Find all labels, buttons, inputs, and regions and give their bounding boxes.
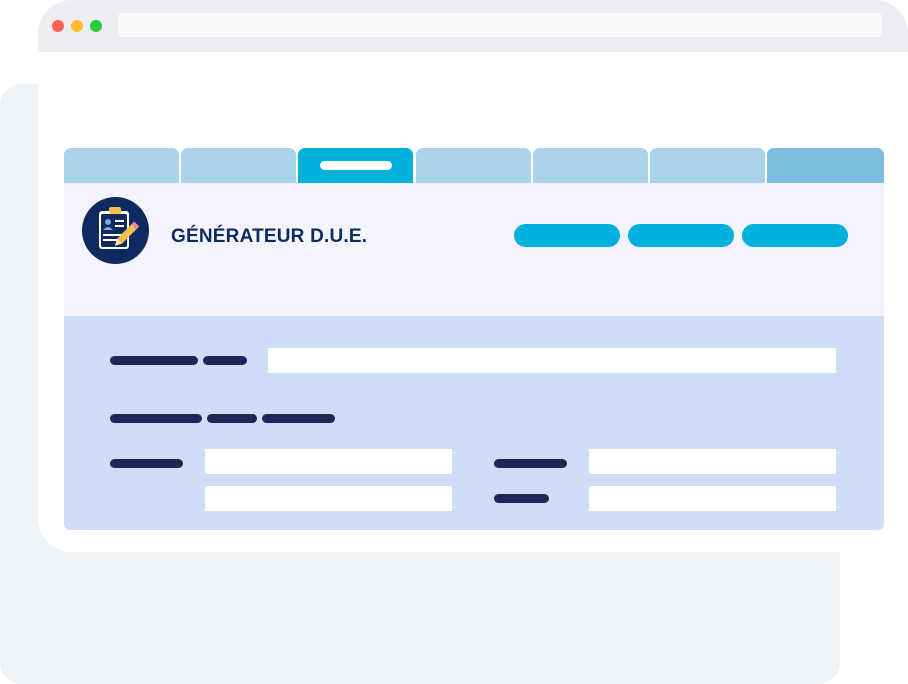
field-label-placeholder [494,494,549,503]
text-field-5[interactable] [589,486,836,511]
tab-2[interactable] [181,148,296,183]
form-panel [64,316,884,530]
field-label-placeholder [110,459,183,468]
text-field-4[interactable] [589,449,836,474]
tab-1[interactable] [64,148,179,183]
tab-strip [64,148,884,183]
text-field-2[interactable] [205,449,452,474]
section-heading-placeholder [207,414,257,423]
maximize-window-dot[interactable] [90,20,102,32]
field-label-placeholder [110,356,198,365]
header-button-3[interactable] [742,224,848,247]
tab-4[interactable] [416,148,531,183]
minimize-window-dot[interactable] [71,20,83,32]
browser-window: GÉNÉRATEUR D.U.E. [38,0,908,552]
text-field-1[interactable] [268,348,836,373]
tab-7[interactable] [767,148,884,183]
app-header: GÉNÉRATEUR D.U.E. [64,183,884,316]
tab-6[interactable] [650,148,765,183]
field-label-placeholder [203,356,247,365]
address-bar[interactable] [118,13,882,37]
clipboard-id-pencil-icon [82,197,149,264]
header-button-1[interactable] [514,224,620,247]
text-field-3[interactable] [205,486,452,511]
tab-5[interactable] [533,148,648,183]
header-button-2[interactable] [628,224,734,247]
close-window-dot[interactable] [52,20,64,32]
app-title: GÉNÉRATEUR D.U.E. [171,226,368,247]
tab-label-placeholder [320,161,392,170]
section-heading-placeholder [262,414,335,423]
field-label-placeholder [494,459,567,468]
browser-titlebar [38,0,908,52]
tab-3-active[interactable] [298,148,413,183]
section-heading-placeholder [110,414,202,423]
